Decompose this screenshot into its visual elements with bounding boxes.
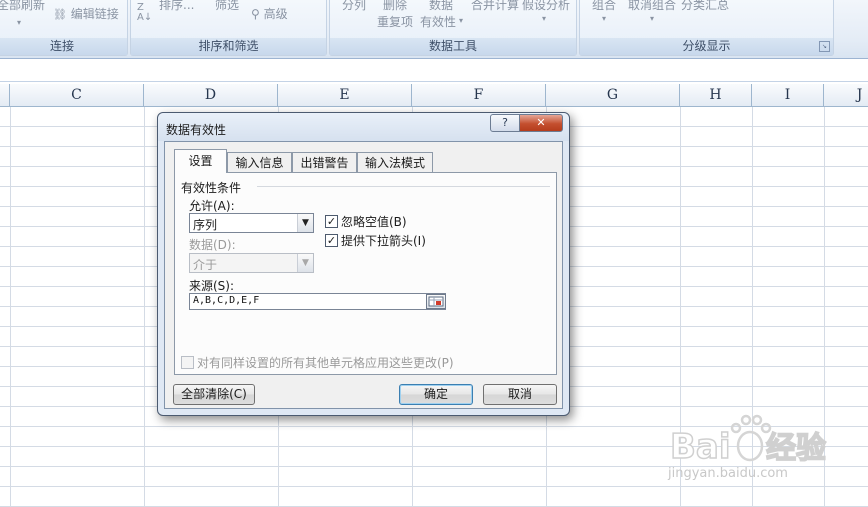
- data-tools-group-label: 数据工具: [330, 38, 576, 55]
- validation-criteria-title: 有效性条件: [181, 181, 242, 195]
- data-validation-line1[interactable]: 数据: [429, 0, 453, 13]
- ribbon: 全部刷新 ▾ ⛓ 编辑链接 连接 Z A↓ 排序... 筛选 ⚲ 高级 排序和筛选…: [0, 0, 868, 58]
- data-operator-value: 介于: [193, 258, 218, 272]
- baidu-jingyan-watermark: Bai 经验 jingyan.baidu.com: [666, 408, 856, 498]
- column-header-e[interactable]: E: [278, 84, 412, 106]
- watermark-url: jingyan.baidu.com: [668, 466, 788, 481]
- in-cell-dropdown-checkbox[interactable]: ✓: [325, 234, 338, 247]
- close-button[interactable]: ✕: [519, 114, 563, 132]
- column-header-f[interactable]: F: [412, 84, 546, 106]
- range-selector-button[interactable]: [426, 294, 446, 309]
- dialog-title-bar[interactable]: 数据有效性 ? ✕: [158, 113, 569, 141]
- dialog-body: 设置 输入信息 出错警告 输入法模式 有效性条件 允许(A): 序列 ▼ ✓ 忽…: [164, 141, 563, 409]
- allow-select[interactable]: 序列 ▼: [189, 213, 314, 233]
- text-to-columns-button[interactable]: 分列: [342, 0, 366, 13]
- data-validation-arrow-icon[interactable]: ▾: [459, 16, 463, 25]
- range-select-icon: [428, 296, 444, 307]
- consolidate-button[interactable]: 合并计算: [471, 0, 519, 13]
- column-header-g[interactable]: G: [546, 84, 680, 106]
- outline-group-label: 分级显示: [580, 38, 833, 55]
- in-cell-dropdown-label[interactable]: 提供下拉箭头(I): [341, 232, 426, 249]
- clear-all-button[interactable]: 全部清除(C): [173, 384, 255, 405]
- link-icon: ⛓: [53, 8, 67, 21]
- refresh-all-arrow-icon[interactable]: ▾: [17, 18, 21, 27]
- connections-group-label: 连接: [0, 38, 127, 55]
- remove-duplicates-line1[interactable]: 删除: [383, 0, 407, 13]
- ok-button[interactable]: 确定: [399, 384, 473, 405]
- cancel-button[interactable]: 取消: [483, 384, 557, 405]
- close-icon: ✕: [536, 116, 546, 129]
- advanced-filter-label: 高级: [263, 7, 288, 21]
- chevron-down-icon[interactable]: ▼: [297, 254, 313, 272]
- connections-group: 全部刷新 ▾ ⛓ 编辑链接 连接: [0, 0, 128, 56]
- sort-az-icon[interactable]: Z A↓: [137, 3, 152, 23]
- column-header-corner[interactable]: [0, 84, 10, 106]
- column-header-j[interactable]: J: [824, 84, 868, 106]
- column-headers: C D E F G H I J: [0, 84, 868, 107]
- section-divider: [257, 186, 550, 187]
- group-arrow-icon[interactable]: ▾: [602, 14, 606, 23]
- sort-filter-group: Z A↓ 排序... 筛选 ⚲ 高级 排序和筛选: [130, 0, 327, 56]
- apply-all-checkbox[interactable]: [181, 356, 194, 369]
- svg-text:经验: 经验: [766, 431, 826, 466]
- ungroup-arrow-icon[interactable]: ▾: [650, 14, 654, 23]
- source-label: 来源(S):: [189, 279, 235, 293]
- column-header-c[interactable]: C: [10, 84, 144, 106]
- edit-links-label: 编辑链接: [70, 7, 119, 21]
- sort-button[interactable]: 排序...: [159, 0, 194, 13]
- chevron-down-icon[interactable]: ▼: [297, 214, 313, 232]
- data-tools-group: 分列 删除 重复项 数据 有效性 ▾ 合并计算 假设分析 ▾ 数据工具: [329, 0, 577, 56]
- allow-select-value: 序列: [193, 218, 218, 232]
- help-icon: ?: [502, 116, 508, 129]
- data-operator-select[interactable]: 介于 ▼: [189, 253, 314, 273]
- svg-text:Bai: Bai: [670, 427, 731, 467]
- formula-bar-area: [0, 58, 868, 86]
- column-header-i[interactable]: I: [752, 84, 824, 106]
- what-if-arrow-icon[interactable]: ▾: [542, 14, 546, 23]
- advanced-filter-icon: ⚲: [251, 7, 260, 21]
- group-button[interactable]: 组合: [592, 0, 616, 13]
- edit-links-button[interactable]: ⛓ 编辑链接: [53, 5, 119, 22]
- outline-dialog-launcher-icon[interactable]: ↘: [819, 41, 830, 52]
- tab-ime-mode[interactable]: 输入法模式: [357, 152, 433, 172]
- baidu-paw-logo-icon: Bai 经验: [669, 414, 827, 468]
- data-validation-line2[interactable]: 有效性: [420, 13, 456, 30]
- remove-duplicates-line2[interactable]: 重复项: [377, 13, 413, 30]
- apply-all-label[interactable]: 对有同样设置的所有其他单元格应用这些更改(P): [197, 354, 454, 371]
- column-header-d[interactable]: D: [144, 84, 278, 106]
- outline-group: 组合 ▾ 取消组合 ▾ 分类汇总 分级显示 ↘: [579, 0, 834, 56]
- dialog-title: 数据有效性: [166, 123, 227, 137]
- settings-tab-panel: 有效性条件 允许(A): 序列 ▼ ✓ 忽略空值(B) ✓ 提供下拉箭头(I) …: [174, 172, 557, 375]
- advanced-filter-button[interactable]: ⚲ 高级: [251, 5, 288, 22]
- refresh-all-button[interactable]: 全部刷新: [0, 0, 45, 13]
- sort-filter-group-label: 排序和筛选: [131, 38, 326, 55]
- help-button[interactable]: ?: [490, 114, 520, 132]
- source-input[interactable]: A,B,C,D,E,F: [189, 293, 446, 310]
- source-value: A,B,C,D,E,F: [193, 295, 260, 306]
- ignore-blank-label[interactable]: 忽略空值(B): [341, 213, 407, 230]
- column-header-h[interactable]: H: [680, 84, 752, 106]
- data-label: 数据(D):: [189, 238, 236, 252]
- tab-error-alert[interactable]: 出错警告: [292, 152, 357, 172]
- ungroup-button[interactable]: 取消组合: [628, 0, 676, 13]
- filter-button[interactable]: 筛选: [215, 0, 239, 13]
- subtotal-button[interactable]: 分类汇总: [681, 0, 729, 13]
- tab-input-message[interactable]: 输入信息: [227, 152, 292, 172]
- allow-label: 允许(A):: [189, 199, 235, 213]
- data-validation-dialog: 数据有效性 ? ✕ 设置 输入信息 出错警告 输入法模式 有效性条件 允许(A)…: [157, 112, 570, 416]
- tab-settings[interactable]: 设置: [174, 149, 227, 173]
- what-if-button[interactable]: 假设分析: [522, 0, 570, 13]
- ignore-blank-checkbox[interactable]: ✓: [325, 215, 338, 228]
